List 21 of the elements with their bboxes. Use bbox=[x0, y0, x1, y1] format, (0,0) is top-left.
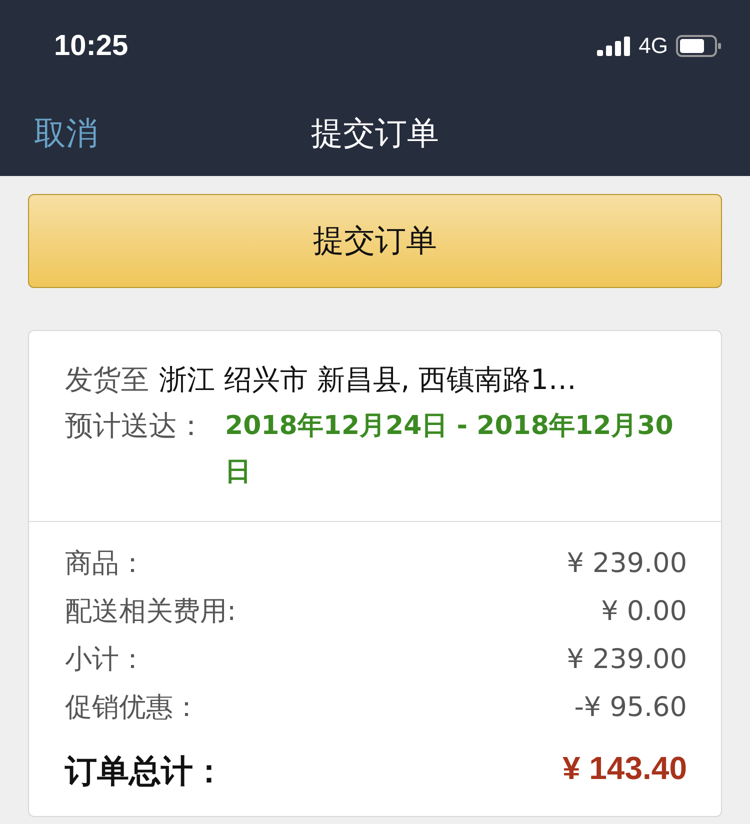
summary-label: 商品： bbox=[65, 547, 146, 581]
status-time: 10:25 bbox=[54, 30, 128, 62]
summary-label: 配送相关费用: bbox=[65, 595, 236, 629]
eta-label: 预计送达： bbox=[65, 408, 205, 444]
network-label: 4G bbox=[638, 33, 668, 59]
summary-amount: ¥ 239.00 bbox=[566, 643, 687, 677]
summary-amount: ¥ 239.00 bbox=[566, 547, 687, 581]
ship-to-label: 发货至 bbox=[65, 362, 149, 398]
delivery-dates: 2018年12月24日 - 2018年12月30日 bbox=[224, 410, 674, 489]
summary-amount: -¥ 95.60 bbox=[574, 691, 687, 725]
summary-label: 小计： bbox=[65, 643, 146, 677]
page-title: 提交订单 bbox=[311, 113, 439, 154]
total-label: 订单总计： bbox=[65, 751, 225, 792]
battery-icon bbox=[676, 35, 722, 57]
summary-label: 促销优惠： bbox=[65, 691, 200, 725]
summary-amount: ¥ 0.00 bbox=[601, 595, 687, 629]
total-amount: ¥ 143.40 bbox=[562, 750, 687, 788]
cancel-link[interactable]: 取消 bbox=[34, 112, 98, 156]
signal-icon bbox=[596, 36, 631, 56]
submit-order-button[interactable]: 提交订单 bbox=[28, 194, 722, 288]
shipping-address: 浙江 绍兴市 新昌县, 西镇南路1… bbox=[159, 362, 576, 398]
